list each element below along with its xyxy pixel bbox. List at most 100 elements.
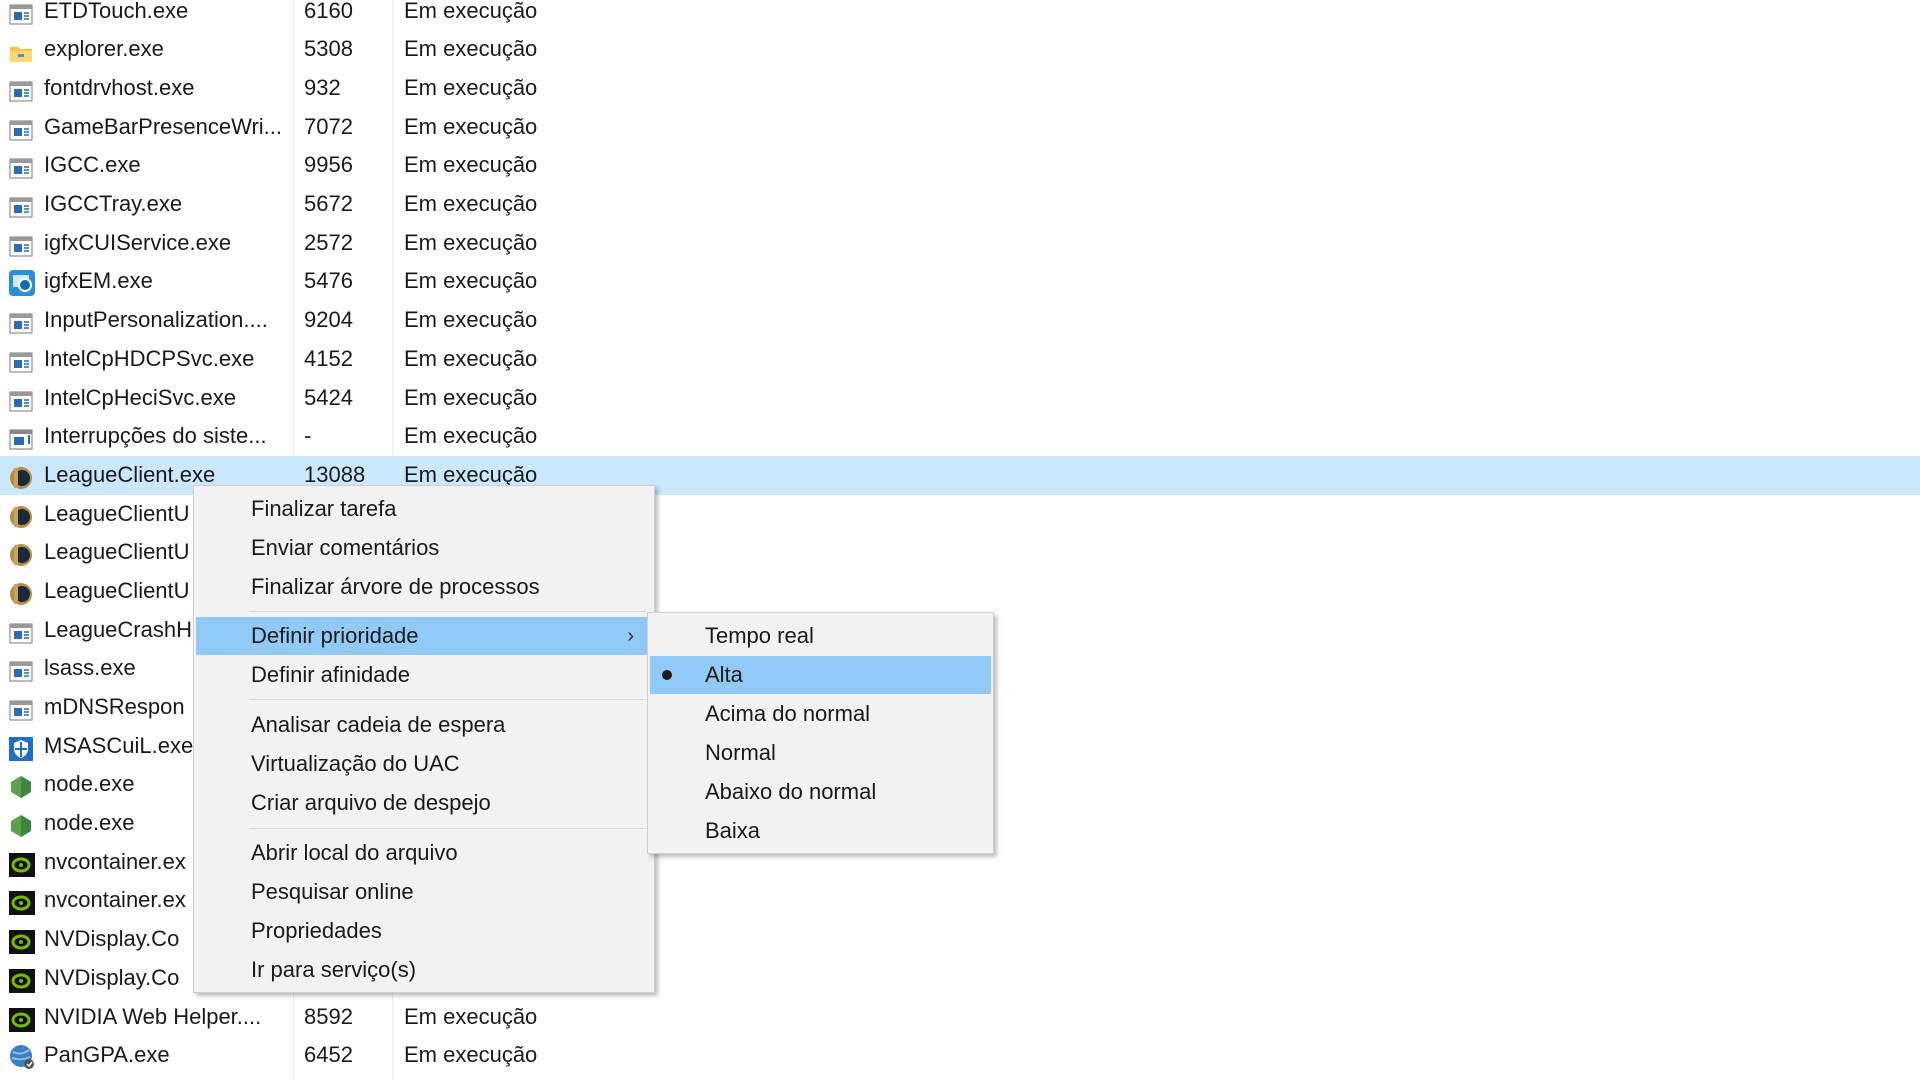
- process-row[interactable]: InputPersonalization.... 9204 Em execução: [0, 301, 1920, 340]
- process-name: PanGPA.exe: [44, 1042, 170, 1068]
- menu-separator: [249, 828, 646, 829]
- process-status: Em execução: [404, 75, 538, 101]
- process-row[interactable]: fontdrvhost.exe 932 Em execução: [0, 69, 1920, 108]
- context-menu-item[interactable]: Finalizar árvore de processos: [196, 568, 652, 606]
- app-window-icon: [9, 154, 33, 179]
- menu-item-label: Finalizar tarefa: [251, 496, 397, 521]
- menu-item-label: Definir afinidade: [251, 662, 410, 687]
- process-row[interactable]: explorer.exe 5308 Em execução: [0, 30, 1920, 69]
- process-row[interactable]: IntelCpHDCPSvc.exe 4152 Em execução: [0, 340, 1920, 379]
- priority-option-label: Abaixo do normal: [705, 779, 877, 804]
- app-window-icon: [9, 619, 33, 644]
- process-name: IntelCpHDCPSvc.exe: [44, 345, 255, 371]
- context-menu-item[interactable]: Analisar cadeia de espera: [196, 706, 652, 744]
- process-row[interactable]: GameBarPresenceWri... 7072 Em execução: [0, 108, 1920, 147]
- process-name: fontdrvhost.exe: [44, 75, 195, 101]
- process-pid: 5308: [304, 36, 353, 62]
- system-interrupts-icon: [9, 425, 33, 450]
- priority-option-label: Tempo real: [705, 623, 814, 648]
- priority-submenu: Tempo real Alta Acima do normal Normal Abaix…: [647, 612, 994, 854]
- app-window-icon: [9, 348, 33, 373]
- radio-bullet-icon: [662, 670, 672, 680]
- context-menu-item[interactable]: Definir afinidade: [196, 656, 652, 694]
- process-row[interactable]: IntelCpHeciSvc.exe 5424 Em execução: [0, 379, 1920, 418]
- menu-separator: [249, 611, 646, 612]
- menu-item-label: Ir para serviço(s): [251, 957, 417, 982]
- process-status: Em execução: [404, 1003, 538, 1029]
- shield-icon: [9, 735, 33, 761]
- process-status: Em execução: [404, 152, 538, 178]
- process-status: Em execução: [404, 423, 538, 449]
- priority-option-label: Alta: [705, 662, 743, 687]
- priority-option[interactable]: Baixa: [650, 812, 991, 850]
- process-name: igfxEM.exe: [44, 268, 153, 294]
- process-pid: 9956: [304, 152, 353, 178]
- menu-separator: [249, 699, 646, 700]
- priority-option[interactable]: Alta: [650, 656, 991, 694]
- process-name: igfxCUIService.exe: [44, 229, 232, 255]
- context-menu-item[interactable]: Ir para serviço(s): [196, 951, 652, 989]
- process-row[interactable]: NVIDIA Web Helper.... 8592 Em execução: [0, 998, 1920, 1037]
- league-icon: [9, 464, 33, 489]
- process-row[interactable]: igfxCUIService.exe 2572 Em execução: [0, 224, 1920, 263]
- context-menu-item[interactable]: Definir prioridade ›: [196, 617, 652, 655]
- globe-icon: [9, 1044, 34, 1070]
- node-icon: [9, 773, 33, 799]
- process-pid: 9204: [304, 307, 353, 333]
- priority-option-label: Baixa: [705, 818, 761, 843]
- app-window-icon: [9, 232, 33, 257]
- folder-icon: [9, 38, 33, 63]
- app-window-icon: [9, 387, 33, 412]
- process-row[interactable]: Interrupções do siste... - Em execução: [0, 417, 1920, 456]
- context-menu-item[interactable]: Propriedades: [196, 912, 652, 950]
- app-window-icon: [9, 77, 33, 102]
- context-menu-item[interactable]: Virtualização do UAC: [196, 745, 652, 783]
- process-row[interactable]: PanGPA.exe 6452 Em execução: [0, 1036, 1920, 1075]
- menu-item-label: Criar arquivo de despejo: [251, 790, 491, 815]
- process-pid: 2572: [304, 229, 353, 255]
- process-status: Em execução: [404, 384, 538, 410]
- process-pid: 6452: [304, 1042, 353, 1068]
- priority-option[interactable]: Abaixo do normal: [650, 773, 991, 811]
- context-menu-item[interactable]: Finalizar tarefa: [196, 490, 652, 528]
- context-menu: Finalizar tarefa Enviar comentários Finali…: [193, 485, 655, 993]
- process-pid: 8592: [304, 1003, 353, 1029]
- process-pid: 5424: [304, 384, 353, 410]
- app-window-icon: [9, 193, 33, 218]
- process-row[interactable]: IGCC.exe 9956 Em execução: [0, 146, 1920, 185]
- process-pid: 4152: [304, 345, 353, 371]
- intel-graphics-icon: [9, 270, 35, 297]
- process-name: InputPersonalization....: [44, 307, 268, 333]
- process-row[interactable]: ETDTouch.exe 6160 Em execução: [0, 0, 1920, 30]
- process-name: IGCC.exe: [44, 152, 141, 178]
- priority-option[interactable]: Tempo real: [650, 617, 991, 655]
- process-pid: 932: [304, 75, 341, 101]
- process-row[interactable]: igfxEM.exe 5476 Em execução: [0, 262, 1920, 301]
- process-pid: 5476: [304, 268, 353, 294]
- process-name: IntelCpHeciSvc.exe: [44, 384, 236, 410]
- process-name: Interrupções do siste...: [44, 423, 267, 449]
- process-pid: 5672: [304, 191, 353, 217]
- nvidia-icon: [9, 967, 35, 993]
- process-name: ETDTouch.exe: [44, 0, 189, 23]
- process-name: IGCCTray.exe: [44, 191, 183, 217]
- process-status: Em execução: [404, 191, 538, 217]
- process-name: GameBarPresenceWri...: [44, 113, 283, 139]
- node-icon: [9, 812, 33, 838]
- process-row[interactable]: IGCCTray.exe 5672 Em execução: [0, 185, 1920, 224]
- process-status: Em execução: [404, 229, 538, 255]
- priority-option[interactable]: Acima do normal: [650, 695, 991, 733]
- league-icon: [9, 503, 33, 528]
- priority-option-label: Acima do normal: [705, 701, 871, 726]
- process-pid: 7072: [304, 113, 353, 139]
- context-menu-item[interactable]: Abrir local do arquivo: [196, 834, 652, 872]
- nvidia-icon: [9, 851, 35, 877]
- context-menu-item[interactable]: Criar arquivo de despejo: [196, 784, 652, 822]
- app-window-icon: [9, 657, 33, 682]
- league-icon: [9, 541, 33, 567]
- priority-option[interactable]: Normal: [650, 734, 991, 772]
- context-menu-item[interactable]: Pesquisar online: [196, 873, 652, 911]
- context-menu-item[interactable]: Enviar comentários: [196, 529, 652, 567]
- app-window-icon: [9, 309, 33, 334]
- process-pid: -: [304, 423, 312, 449]
